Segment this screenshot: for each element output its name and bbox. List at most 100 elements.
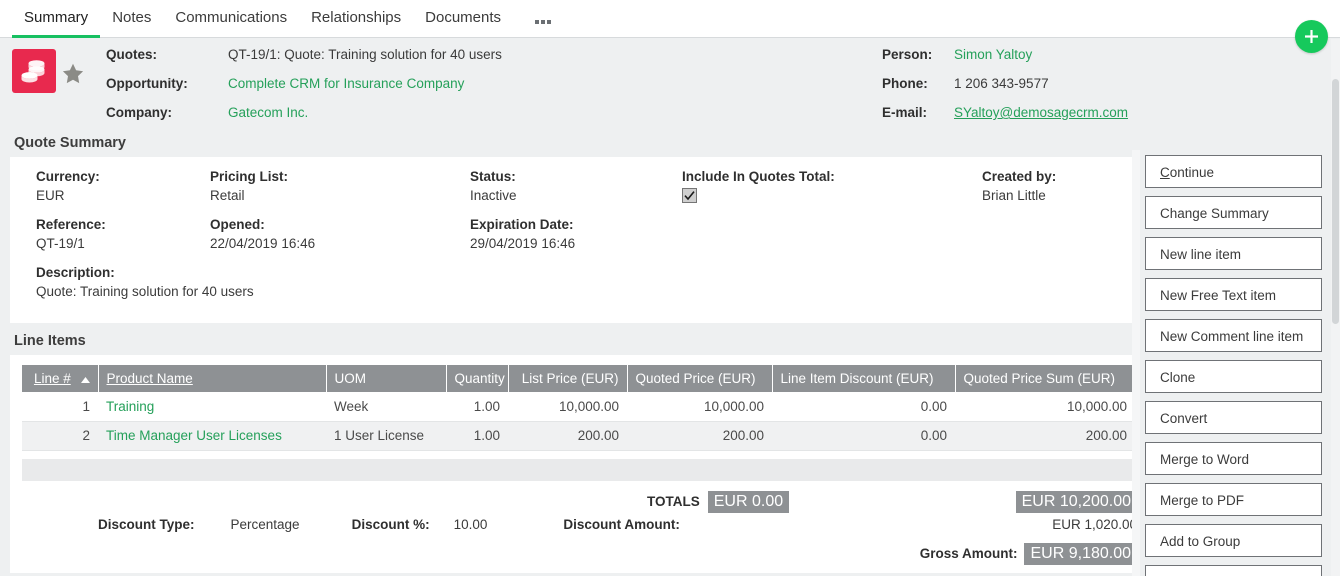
cell-line-number: 2 xyxy=(22,421,98,451)
discount-amount-value: EUR 1,020.00 xyxy=(1052,516,1137,532)
column-header-list-price-label: List Price (EUR) xyxy=(521,371,619,386)
column-header-quoted-price-sum[interactable]: Quoted Price Sum (EUR) xyxy=(955,365,1136,392)
cell-quoted-price: 200.00 xyxy=(627,421,772,451)
add-to-group-button[interactable]: Add to Group xyxy=(1145,524,1322,557)
merge-to-pdf-button[interactable]: Merge to PDF xyxy=(1145,483,1322,516)
tab-documents-label: Documents xyxy=(425,9,502,26)
additional-action-button[interactable] xyxy=(1145,565,1322,576)
discount-type-value: Percentage xyxy=(230,516,300,532)
column-header-line-number-label: Line # xyxy=(33,370,71,386)
column-header-product-name[interactable]: Product Name xyxy=(98,365,327,392)
discount-row: Discount Type: Percentage Discount %: 10… xyxy=(10,517,1137,532)
field-reference-value: QT-19/1 xyxy=(36,236,85,251)
field-status-label: Status: xyxy=(470,169,516,184)
table-row[interactable]: 1 Training Week 1.00 10,000.00 10,000.00… xyxy=(22,392,1135,422)
column-header-uom[interactable]: UOM xyxy=(326,365,447,392)
add-new-button[interactable] xyxy=(1295,20,1328,53)
column-header-line-item-discount[interactable]: Line Item Discount (EUR) xyxy=(772,365,956,392)
cell-product-name: Time Manager User Licenses xyxy=(98,421,326,451)
panel-scroll-strip[interactable] xyxy=(1132,150,1140,576)
field-currency: Currency: EUR xyxy=(36,169,210,203)
new-free-text-item-button[interactable]: New Free Text item xyxy=(1145,278,1322,311)
field-include-in-quotes-total: Include In Quotes Total: xyxy=(682,169,982,203)
tab-notes[interactable]: Notes xyxy=(100,10,163,38)
field-email-link[interactable]: SYaltoy@demosagecrm.com xyxy=(954,105,1128,120)
field-currency-value: EUR xyxy=(36,188,65,203)
column-header-line-number[interactable]: Line # xyxy=(22,365,99,392)
field-person-link[interactable]: Simon Yaltoy xyxy=(954,47,1032,62)
tab-communications-label: Communications xyxy=(175,9,288,26)
field-pricing-list-value: Retail xyxy=(210,188,245,203)
plus-icon xyxy=(1305,30,1318,43)
column-header-quoted-price-label: Quoted Price (EUR) xyxy=(635,371,756,386)
field-expiration-date-value: 29/04/2019 16:46 xyxy=(470,236,576,251)
change-summary-button[interactable]: Change Summary xyxy=(1145,196,1322,229)
column-header-quoted-price[interactable]: Quoted Price (EUR) xyxy=(627,365,773,392)
cell-quoted-price-sum: 200.00 xyxy=(955,421,1135,451)
line-items-table-wrap: Line # Product Name UOM Quantity List Pr… xyxy=(10,355,1136,451)
page-scrollbar-thumb[interactable] xyxy=(1332,79,1339,324)
discount-type-label: Discount Type: xyxy=(98,516,195,532)
tab-overflow-menu-icon[interactable] xyxy=(513,20,563,37)
new-line-item-button[interactable]: New line item xyxy=(1145,237,1322,270)
table-row[interactable]: 2 Time Manager User Licenses 1 User Lice… xyxy=(22,421,1135,451)
tab-communications[interactable]: Communications xyxy=(163,10,299,38)
convert-button[interactable]: Convert xyxy=(1145,401,1322,434)
favorite-toggle[interactable] xyxy=(56,47,90,134)
tab-summary-label: Summary xyxy=(24,9,89,26)
field-opened: Opened: 22/04/2019 16:46 xyxy=(210,217,470,251)
field-expiration-date: Expiration Date: 29/04/2019 16:46 xyxy=(470,217,682,251)
field-opened-label: Opened: xyxy=(210,217,265,232)
table-footer-strip xyxy=(22,458,1135,481)
clone-button[interactable]: Clone xyxy=(1145,360,1322,393)
record-header-left-fields: Quotes: QT-19/1: Quote: Training solutio… xyxy=(106,47,502,134)
tab-summary[interactable]: Summary xyxy=(12,9,101,38)
column-header-quantity[interactable]: Quantity xyxy=(446,365,509,392)
cell-line-number: 1 xyxy=(22,392,98,422)
quote-record-icon xyxy=(12,49,56,93)
field-phone-label: Phone: xyxy=(882,76,928,91)
field-status: Status: Inactive xyxy=(470,169,682,203)
column-header-uom-label: UOM xyxy=(334,371,367,386)
field-person-label: Person: xyxy=(882,47,933,62)
field-status-value: Inactive xyxy=(470,188,517,203)
page-scrollbar[interactable] xyxy=(1331,39,1340,576)
quote-detail-page: Summary Notes Communications Relationshi… xyxy=(0,0,1340,576)
record-header-right-fields: Person: Simon Yaltoy Phone: 1 206 343-95… xyxy=(882,47,1128,134)
coins-icon xyxy=(21,60,45,83)
field-opportunity: Opportunity: Complete CRM for Insurance … xyxy=(106,76,502,105)
column-header-list-price[interactable]: List Price (EUR) xyxy=(508,365,628,392)
column-header-line-item-discount-label: Line Item Discount (EUR) xyxy=(780,371,934,386)
totals-row: TOTALS EUR 0.00 EUR 10,200.00 xyxy=(647,490,1137,513)
field-currency-label: Currency: xyxy=(36,169,100,184)
star-icon xyxy=(62,63,84,84)
field-quotes-value: QT-19/1: Quote: Training solution for 40… xyxy=(228,47,502,62)
discount-percent-value: 10.00 xyxy=(453,516,488,532)
gross-amount-label: Gross Amount: xyxy=(919,546,1018,561)
merge-to-word-button[interactable]: Merge to Word xyxy=(1145,442,1322,475)
new-comment-line-item-button[interactable]: New Comment line item xyxy=(1145,319,1322,352)
product-name-link[interactable]: Training xyxy=(106,399,154,414)
continue-button[interactable]: Continue xyxy=(1145,155,1322,188)
include-in-quotes-total-checkbox[interactable] xyxy=(682,188,697,203)
cell-quantity: 1.00 xyxy=(446,392,508,422)
field-opportunity-link[interactable]: Complete CRM for Insurance Company xyxy=(228,76,464,91)
field-include-in-quotes-total-label: Include In Quotes Total: xyxy=(682,169,835,184)
field-expiration-date-label: Expiration Date: xyxy=(470,217,574,232)
cell-uom: Week xyxy=(326,392,446,422)
field-person: Person: Simon Yaltoy xyxy=(882,47,1128,76)
field-company-link[interactable]: Gatecom Inc. xyxy=(228,105,308,120)
field-opportunity-label: Opportunity: xyxy=(106,76,188,91)
tab-relationships[interactable]: Relationships xyxy=(299,10,413,38)
cell-quoted-price: 10,000.00 xyxy=(627,392,772,422)
field-company-label: Company: xyxy=(106,105,173,120)
checkmark-icon xyxy=(684,190,695,200)
cell-line-item-discount: 0.00 xyxy=(772,421,955,451)
tab-documents[interactable]: Documents xyxy=(413,10,513,38)
line-items-header-row: Line # Product Name UOM Quantity List Pr… xyxy=(22,365,1136,392)
cell-uom: 1 User License xyxy=(326,421,446,451)
column-header-quoted-price-sum-label: Quoted Price Sum (EUR) xyxy=(963,371,1116,386)
action-button-panel: Continue Change Summary New line item Ne… xyxy=(1145,155,1328,576)
totals-left-value: EUR 0.00 xyxy=(707,490,790,513)
product-name-link[interactable]: Time Manager User Licenses xyxy=(106,428,282,443)
